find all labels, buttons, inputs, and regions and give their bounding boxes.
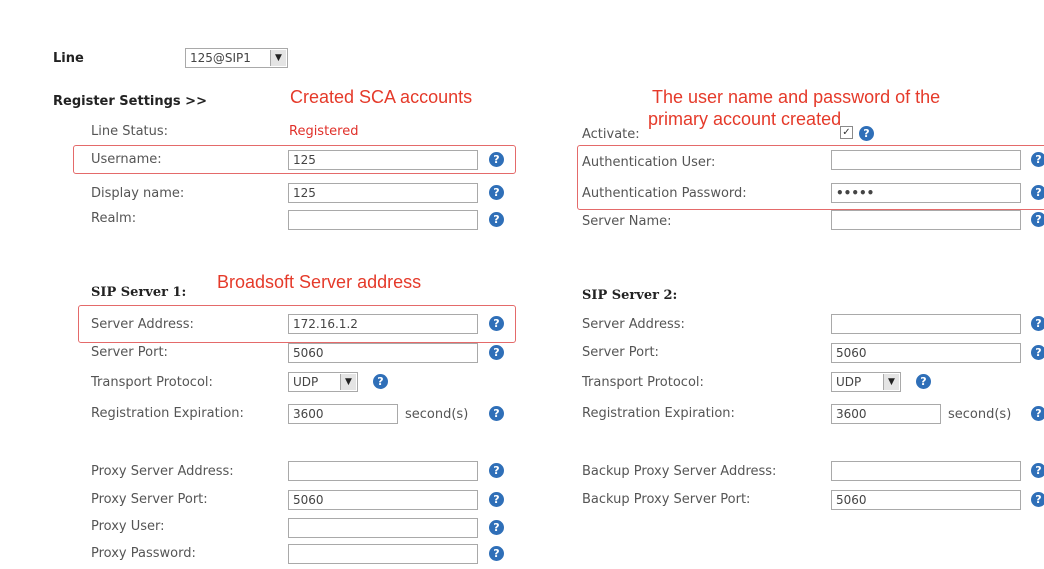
server-name-field[interactable]: [831, 210, 1021, 230]
sip1-server-address-field[interactable]: 172.16.1.2: [288, 314, 478, 334]
help-icon[interactable]: ?: [489, 212, 504, 227]
sip1-server-address-label: Server Address:: [91, 317, 194, 332]
sip1-expiration-field[interactable]: 3600: [288, 404, 398, 424]
proxy-address-field[interactable]: [288, 461, 478, 481]
sip1-seconds-label: second(s): [405, 407, 469, 422]
chevron-down-icon: ▼: [270, 50, 286, 66]
help-icon[interactable]: ?: [1031, 406, 1044, 421]
username-field[interactable]: 125: [288, 150, 478, 170]
line-status-value: Registered: [289, 124, 359, 139]
register-settings-title[interactable]: Register Settings >>: [53, 94, 207, 109]
auth-password-label: Authentication Password:: [582, 186, 747, 201]
sip1-expiration-label: Registration Expiration:: [91, 406, 244, 421]
line-select[interactable]: 125@SIP1 ▼: [185, 48, 288, 68]
line-select-value: 125@SIP1: [190, 51, 251, 65]
help-icon[interactable]: ?: [489, 492, 504, 507]
help-icon[interactable]: ?: [489, 185, 504, 200]
annotation-broadsoft: Broadsoft Server address: [217, 272, 422, 292]
display-name-label: Display name:: [91, 186, 185, 201]
help-icon[interactable]: ?: [489, 463, 504, 478]
help-icon[interactable]: ?: [1031, 212, 1044, 227]
help-icon[interactable]: ?: [1031, 185, 1044, 200]
display-name-field[interactable]: 125: [288, 183, 478, 203]
sip2-server-address-field[interactable]: [831, 314, 1021, 334]
help-icon[interactable]: ?: [489, 345, 504, 360]
proxy-password-field[interactable]: [288, 544, 478, 564]
proxy-password-label: Proxy Password:: [91, 546, 196, 561]
line-label: Line: [53, 51, 84, 66]
sip2-expiration-field[interactable]: 3600: [831, 404, 941, 424]
sip1-transport-select[interactable]: UDP ▼: [288, 372, 358, 392]
help-icon[interactable]: ?: [1031, 316, 1044, 331]
help-icon[interactable]: ?: [859, 126, 874, 141]
sip2-server-port-label: Server Port:: [582, 345, 659, 360]
proxy-address-label: Proxy Server Address:: [91, 464, 234, 479]
sip2-server-address-label: Server Address:: [582, 317, 685, 332]
help-icon[interactable]: ?: [489, 316, 504, 331]
sip2-seconds-label: second(s): [948, 407, 1012, 422]
sip2-expiration-label: Registration Expiration:: [582, 406, 735, 421]
chevron-down-icon: ▼: [340, 374, 356, 390]
sip2-transport-value: UDP: [836, 375, 862, 389]
activate-checkbox[interactable]: ✓: [840, 126, 853, 139]
sip1-server-port-field[interactable]: 5060: [288, 343, 478, 363]
auth-user-label: Authentication User:: [582, 155, 716, 170]
backup-proxy-port-label: Backup Proxy Server Port:: [582, 492, 751, 507]
help-icon[interactable]: ?: [489, 152, 504, 167]
backup-proxy-address-field[interactable]: [831, 461, 1021, 481]
help-icon[interactable]: ?: [1031, 463, 1044, 478]
proxy-user-label: Proxy User:: [91, 519, 165, 534]
chevron-down-icon: ▼: [883, 374, 899, 390]
proxy-user-field[interactable]: [288, 518, 478, 538]
sip-server-2-title: SIP Server 2:: [582, 288, 678, 303]
help-icon[interactable]: ?: [1031, 152, 1044, 167]
sip2-server-port-field[interactable]: 5060: [831, 343, 1021, 363]
sip1-server-port-label: Server Port:: [91, 345, 168, 360]
help-icon[interactable]: ?: [916, 374, 931, 389]
backup-proxy-port-field[interactable]: 5060: [831, 490, 1021, 510]
backup-proxy-address-label: Backup Proxy Server Address:: [582, 464, 777, 479]
help-icon[interactable]: ?: [489, 546, 504, 561]
sip1-transport-value: UDP: [293, 375, 319, 389]
server-name-label: Server Name:: [582, 214, 672, 229]
help-icon[interactable]: ?: [489, 406, 504, 421]
realm-field[interactable]: [288, 210, 478, 230]
help-icon[interactable]: ?: [373, 374, 388, 389]
proxy-port-label: Proxy Server Port:: [91, 492, 208, 507]
activate-label: Activate:: [582, 127, 640, 142]
sip2-transport-select[interactable]: UDP ▼: [831, 372, 901, 392]
help-icon[interactable]: ?: [489, 520, 504, 535]
annotation-sca: Created SCA accounts: [290, 87, 473, 107]
help-icon[interactable]: ?: [1031, 492, 1044, 507]
annotation-primary-line1: The user name and password of the: [652, 87, 941, 107]
auth-password-field[interactable]: •••••: [831, 183, 1021, 203]
realm-label: Realm:: [91, 211, 137, 226]
sip2-transport-label: Transport Protocol:: [582, 375, 704, 390]
annotation-primary-line2: primary account created: [648, 109, 842, 129]
sip-server-1-title: SIP Server 1:: [91, 285, 187, 300]
line-status-label: Line Status:: [91, 124, 169, 139]
help-icon[interactable]: ?: [1031, 345, 1044, 360]
proxy-port-field[interactable]: 5060: [288, 490, 478, 510]
username-label: Username:: [91, 152, 162, 167]
auth-user-field[interactable]: [831, 150, 1021, 170]
sip1-transport-label: Transport Protocol:: [91, 375, 213, 390]
